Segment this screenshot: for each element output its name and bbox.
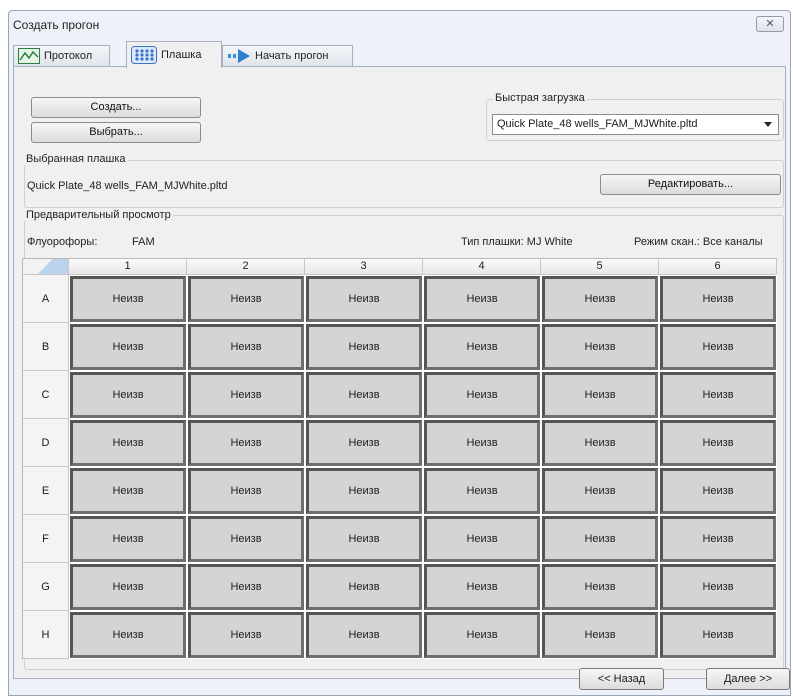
plate-well[interactable]: Неизв	[542, 564, 658, 610]
column-header[interactable]: 2	[187, 259, 305, 275]
plate-well[interactable]: Неизв	[306, 468, 422, 514]
plate-well[interactable]: Неизв	[188, 324, 304, 370]
plate-well[interactable]: Неизв	[188, 420, 304, 466]
row-header[interactable]: D	[23, 419, 69, 467]
plate-well[interactable]: Неизв	[660, 468, 776, 514]
plate-well[interactable]: Неизв	[188, 468, 304, 514]
plate-well[interactable]: Неизв	[660, 516, 776, 562]
preview-label: Предварительный просмотр	[24, 209, 173, 221]
plate-well[interactable]: Неизв	[660, 612, 776, 658]
window-title: Создать прогон	[13, 18, 100, 32]
plate-grid: 1 2 3 4 5 6 A Неизв Неизв Неизв Неизв Неизв Неизв B Не…	[22, 258, 777, 659]
tab-protocol-label: Протокол	[44, 50, 93, 62]
start-run-arrow-icon	[228, 49, 250, 63]
plate-well[interactable]: Неизв	[188, 516, 304, 562]
select-all-corner[interactable]	[23, 259, 69, 275]
fluorophores-label: Флуорофоры:	[27, 236, 98, 248]
tab-start-run-label: Начать прогон	[255, 50, 329, 62]
selected-plate-file: Quick Plate_48 wells_FAM_MJWhite.pltd	[27, 180, 228, 192]
scan-mode: Режим скан.: Все каналы	[634, 236, 763, 248]
plate-well[interactable]: Неизв	[424, 468, 540, 514]
close-icon: ✕	[765, 18, 775, 30]
row-header[interactable]: F	[23, 515, 69, 563]
create-button[interactable]: Создать...	[31, 97, 201, 118]
quick-load-select[interactable]: Quick Plate_48 wells_FAM_MJWhite.pltd	[492, 114, 779, 135]
select-button[interactable]: Выбрать...	[31, 122, 201, 143]
plate-well[interactable]: Неизв	[424, 372, 540, 418]
plate-well[interactable]: Неизв	[542, 276, 658, 322]
plate-well[interactable]: Неизв	[542, 516, 658, 562]
plate-type: Тип плашки: MJ White	[461, 236, 573, 248]
plate-well[interactable]: Неизв	[306, 372, 422, 418]
row-header[interactable]: A	[23, 275, 69, 323]
close-button[interactable]: ✕	[756, 16, 784, 32]
quick-load-label: Быстрая загрузка	[493, 92, 587, 104]
tab-protocol[interactable]: Протокол	[13, 45, 110, 66]
plate-well[interactable]: Неизв	[306, 324, 422, 370]
plate-well[interactable]: Неизв	[660, 420, 776, 466]
column-header[interactable]: 4	[423, 259, 541, 275]
plate-well[interactable]: Неизв	[424, 420, 540, 466]
plate-well[interactable]: Неизв	[424, 276, 540, 322]
plate-well[interactable]: Неизв	[70, 324, 186, 370]
plate-well[interactable]: Неизв	[306, 564, 422, 610]
plate-well[interactable]: Неизв	[660, 564, 776, 610]
plate-well[interactable]: Неизв	[188, 612, 304, 658]
plate-well[interactable]: Неизв	[542, 372, 658, 418]
plate-well[interactable]: Неизв	[542, 612, 658, 658]
protocol-chart-icon	[18, 48, 40, 64]
plate-well[interactable]: Неизв	[660, 372, 776, 418]
chevron-down-icon	[764, 122, 772, 127]
plate-well[interactable]: Неизв	[70, 372, 186, 418]
row-header[interactable]: G	[23, 563, 69, 611]
column-header[interactable]: 3	[305, 259, 423, 275]
plate-well[interactable]: Неизв	[188, 372, 304, 418]
plate-well[interactable]: Неизв	[542, 324, 658, 370]
plate-well[interactable]: Неизв	[542, 468, 658, 514]
plate-well[interactable]: Неизв	[188, 276, 304, 322]
quick-load-value: Quick Plate_48 wells_FAM_MJWhite.pltd	[497, 118, 698, 130]
plate-grid-icon	[131, 46, 157, 64]
plate-well[interactable]: Неизв	[542, 420, 658, 466]
tab-plate[interactable]: Плашка	[126, 41, 222, 68]
row-header[interactable]: H	[23, 611, 69, 659]
plate-well[interactable]: Неизв	[188, 564, 304, 610]
plate-well[interactable]: Неизв	[70, 276, 186, 322]
edit-button[interactable]: Редактировать...	[600, 174, 781, 195]
plate-well[interactable]: Неизв	[424, 564, 540, 610]
plate-well[interactable]: Неизв	[70, 516, 186, 562]
plate-well[interactable]: Неизв	[70, 564, 186, 610]
plate-well[interactable]: Неизв	[70, 612, 186, 658]
plate-well[interactable]: Неизв	[660, 276, 776, 322]
back-button[interactable]: << Назад	[579, 668, 664, 690]
row-header[interactable]: C	[23, 371, 69, 419]
column-header[interactable]: 6	[659, 259, 777, 275]
plate-well[interactable]: Неизв	[424, 324, 540, 370]
plate-well[interactable]: Неизв	[306, 612, 422, 658]
tab-plate-label: Плашка	[161, 49, 202, 61]
row-header[interactable]: B	[23, 323, 69, 371]
plate-well[interactable]: Неизв	[306, 420, 422, 466]
next-button[interactable]: Далее >>	[706, 668, 790, 690]
selected-plate-label: Выбранная плашка	[24, 153, 128, 165]
fluorophores-value: FAM	[132, 236, 155, 248]
row-header[interactable]: E	[23, 467, 69, 515]
plate-well[interactable]: Неизв	[70, 420, 186, 466]
tab-start-run[interactable]: Начать прогон	[222, 45, 353, 66]
plate-well[interactable]: Неизв	[306, 276, 422, 322]
plate-well[interactable]: Неизв	[424, 612, 540, 658]
plate-well[interactable]: Неизв	[70, 468, 186, 514]
column-header[interactable]: 5	[541, 259, 659, 275]
plate-well[interactable]: Неизв	[660, 324, 776, 370]
plate-well[interactable]: Неизв	[424, 516, 540, 562]
column-header[interactable]: 1	[69, 259, 187, 275]
plate-well[interactable]: Неизв	[306, 516, 422, 562]
